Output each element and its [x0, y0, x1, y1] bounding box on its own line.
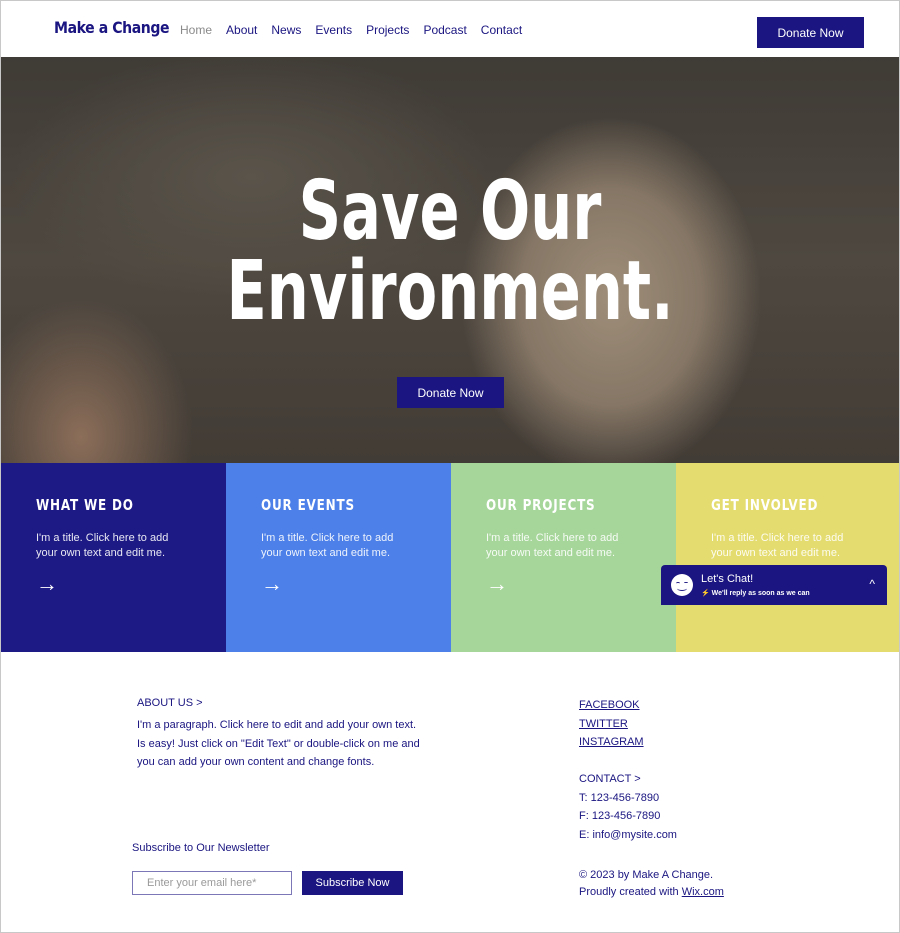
contact-phone: T: 123-456-7890	[579, 791, 660, 804]
chevron-up-icon[interactable]: ^	[869, 577, 875, 591]
contact-fax: F: 123-456-7890	[579, 810, 661, 822]
nav-news[interactable]: News	[271, 23, 301, 37]
card-title: WHAT WE DO	[36, 496, 134, 514]
card-title: OUR EVENTS	[261, 496, 355, 514]
about-paragraph: I'm a paragraph. Click here to edit and …	[137, 719, 420, 768]
created-prefix: Proudly created with	[579, 885, 682, 898]
nav-events[interactable]: Events	[315, 23, 352, 37]
arrow-right-icon[interactable]: →	[486, 573, 508, 595]
arrow-right-icon[interactable]: →	[36, 573, 58, 595]
card-title: GET INVOLVED	[711, 496, 819, 514]
card-text: I'm a title. Click here to add your own …	[261, 532, 394, 559]
site-logo[interactable]: Make a Change	[54, 18, 170, 37]
feature-cards: WHAT WE DO I'm a title. Click here to ad…	[1, 463, 899, 652]
nav-home[interactable]: Home	[180, 23, 212, 37]
card-text: I'm a title. Click here to add your own …	[486, 532, 619, 559]
chat-subtitle: ⚡ We'll reply as soon as we can	[701, 590, 810, 597]
instagram-link[interactable]: INSTAGRAM	[579, 733, 644, 752]
card-what-we-do[interactable]: WHAT WE DO I'm a title. Click here to ad…	[1, 463, 226, 652]
contact-info: CONTACT > T: 123-456-7890 F: 123-456-789…	[579, 770, 677, 844]
twitter-link[interactable]: TWITTER	[579, 715, 644, 734]
card-text: I'm a title. Click here to add your own …	[36, 532, 169, 559]
card-text: I'm a title. Click here to add your own …	[711, 532, 844, 559]
social-links: FACEBOOK TWITTER INSTAGRAM	[579, 696, 644, 752]
site-footer: ABOUT US > I'm a paragraph. Click here t…	[1, 652, 899, 932]
card-title: OUR PROJECTS	[486, 496, 596, 514]
card-our-events[interactable]: OUR EVENTS I'm a title. Click here to ad…	[226, 463, 451, 652]
contact-link[interactable]: CONTACT >	[579, 770, 677, 789]
main-nav: Home About News Events Projects Podcast …	[180, 23, 536, 37]
arrow-right-icon[interactable]: →	[261, 573, 283, 595]
hero-title-line2: Environment.	[226, 244, 674, 339]
copyright-text: © 2023 by Make A Change.	[579, 869, 714, 881]
contact-email: E: info@mysite.com	[579, 828, 677, 841]
copyright: © 2023 by Make A Change. Proudly created…	[579, 867, 724, 900]
hero-donate-button[interactable]: Donate Now	[397, 377, 504, 408]
card-get-involved[interactable]: GET INVOLVED I'm a title. Click here to …	[676, 463, 899, 652]
newsletter-label: Subscribe to Our Newsletter	[132, 842, 270, 854]
about-us-link[interactable]: ABOUT US >	[137, 697, 203, 709]
header-donate-button[interactable]: Donate Now	[757, 17, 864, 48]
subscribe-button[interactable]: Subscribe Now	[302, 871, 403, 895]
site-header: Make a Change Home About News Events Pro…	[1, 1, 899, 57]
wix-link[interactable]: Wix.com	[682, 886, 724, 898]
nav-about[interactable]: About	[226, 23, 257, 37]
hero-section: Save Our Environment. Donate Now	[1, 57, 899, 463]
smiley-face-icon	[671, 574, 693, 596]
nav-contact[interactable]: Contact	[481, 23, 522, 37]
nav-podcast[interactable]: Podcast	[423, 23, 466, 37]
chat-title: Let's Chat!	[701, 573, 754, 585]
facebook-link[interactable]: FACEBOOK	[579, 696, 644, 715]
card-our-projects[interactable]: OUR PROJECTS I'm a title. Click here to …	[451, 463, 676, 652]
hero-title-line1: Save Our	[298, 164, 602, 259]
nav-projects[interactable]: Projects	[366, 23, 409, 37]
newsletter-email-input[interactable]	[132, 871, 292, 895]
chat-widget[interactable]: Let's Chat! ⚡ We'll reply as soon as we …	[661, 565, 887, 605]
created-with: Proudly created with Wix.com	[579, 884, 724, 901]
